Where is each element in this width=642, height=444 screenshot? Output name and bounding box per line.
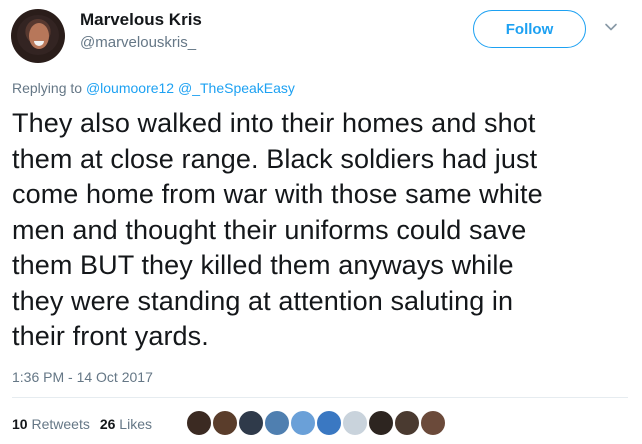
liker-avatar-8[interactable] [368,410,394,436]
liker-avatar-3[interactable] [238,410,264,436]
tweet-text-line: their front yards. [12,321,209,351]
mention-link[interactable]: @_TheSpeakEasy [178,80,295,96]
mention-link[interactable]: @loumoore12 [86,80,174,96]
tweet-timestamp[interactable]: 1:36 PM - 14 Oct 2017 [12,369,153,385]
liker-avatar-4[interactable] [264,410,290,436]
tweet-text-line: men and thought their uniforms could sav… [12,214,527,245]
likes-stat[interactable]: 26 Likes [100,416,152,432]
chevron-down-icon[interactable] [604,20,618,34]
display-name[interactable]: Marvelous Kris [80,10,202,30]
liker-avatar-5[interactable] [290,410,316,436]
retweets-label: Retweets [31,416,90,432]
liker-avatar-10[interactable] [420,410,446,436]
follow-button[interactable]: Follow [473,10,586,48]
tweet-stats: 10 Retweets 26 Likes [12,416,152,432]
liker-avatar-7[interactable] [342,410,368,436]
retweets-stat[interactable]: 10 Retweets [12,416,90,432]
tweet-text-line: they were standing at attention saluting… [12,285,514,316]
likes-count: 26 [99,416,116,432]
divider [12,397,628,398]
liker-avatar-1[interactable] [186,410,212,436]
tweet-text-line: them at close range. Black soldiers had … [12,143,538,174]
reply-context: Replying to @loumoore12 @_TheSpeakEasy [12,80,295,96]
tweet-text-line: They also walked into their homes and sh… [12,108,536,138]
liker-avatar-9[interactable] [394,410,420,436]
retweets-count: 10 [12,416,28,432]
likes-label: Likes [119,416,152,432]
tweet-header: Marvelous Kris @marvelouskris_ Follow [0,0,642,70]
liker-avatar-6[interactable] [316,410,342,436]
liker-avatar-2[interactable] [212,410,238,436]
tweet-text: They also walked into their homes and sh… [12,106,632,355]
reply-prefix: Replying to [12,80,83,96]
tweet-text-line: them BUT they killed them anyways while [12,250,514,280]
tweet-text-line: come home from war with those same white [12,179,543,209]
user-handle[interactable]: @marvelouskris_ [80,34,196,51]
avatar[interactable] [11,9,65,63]
